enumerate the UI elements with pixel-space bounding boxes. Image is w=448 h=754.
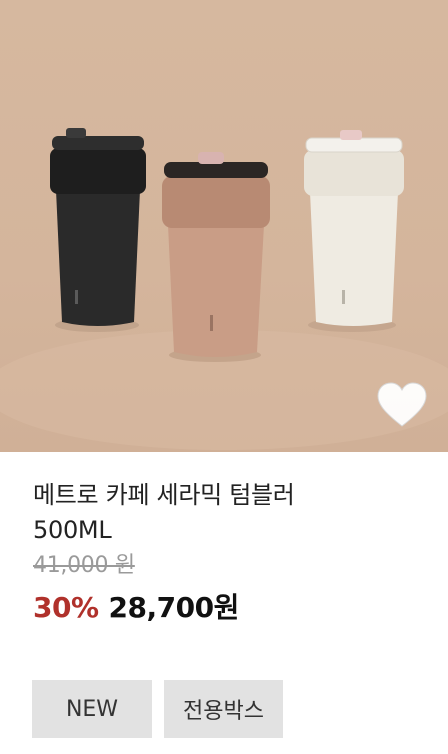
wishlist-button[interactable] <box>374 378 430 434</box>
sale-price: 28,700원 <box>108 591 240 624</box>
product-image[interactable] <box>0 0 448 452</box>
product-title-line2[interactable]: 500ML <box>33 513 428 548</box>
original-price: 41,000 원 <box>33 553 135 578</box>
discount-rate: 30% <box>33 591 99 624</box>
pink-tumbler <box>162 152 270 362</box>
product-title-line1[interactable]: 메트로 카페 세라믹 텀블러 <box>33 478 428 513</box>
badge-gift-box: 전용박스 <box>164 680 283 738</box>
product-title[interactable]: 메트로 카페 세라믹 텀블러 500ML <box>33 478 428 548</box>
heart-icon <box>377 382 427 427</box>
badge-new: NEW <box>32 680 152 738</box>
black-tumbler <box>50 128 146 332</box>
product-info: 메트로 카페 세라믹 텀블러 500ML 41,000 원 30% 28,700… <box>33 478 428 626</box>
price-row: 30% 28,700원 <box>33 586 428 626</box>
badge-list: NEW 전용박스 <box>32 680 295 738</box>
white-tumbler <box>304 130 404 332</box>
